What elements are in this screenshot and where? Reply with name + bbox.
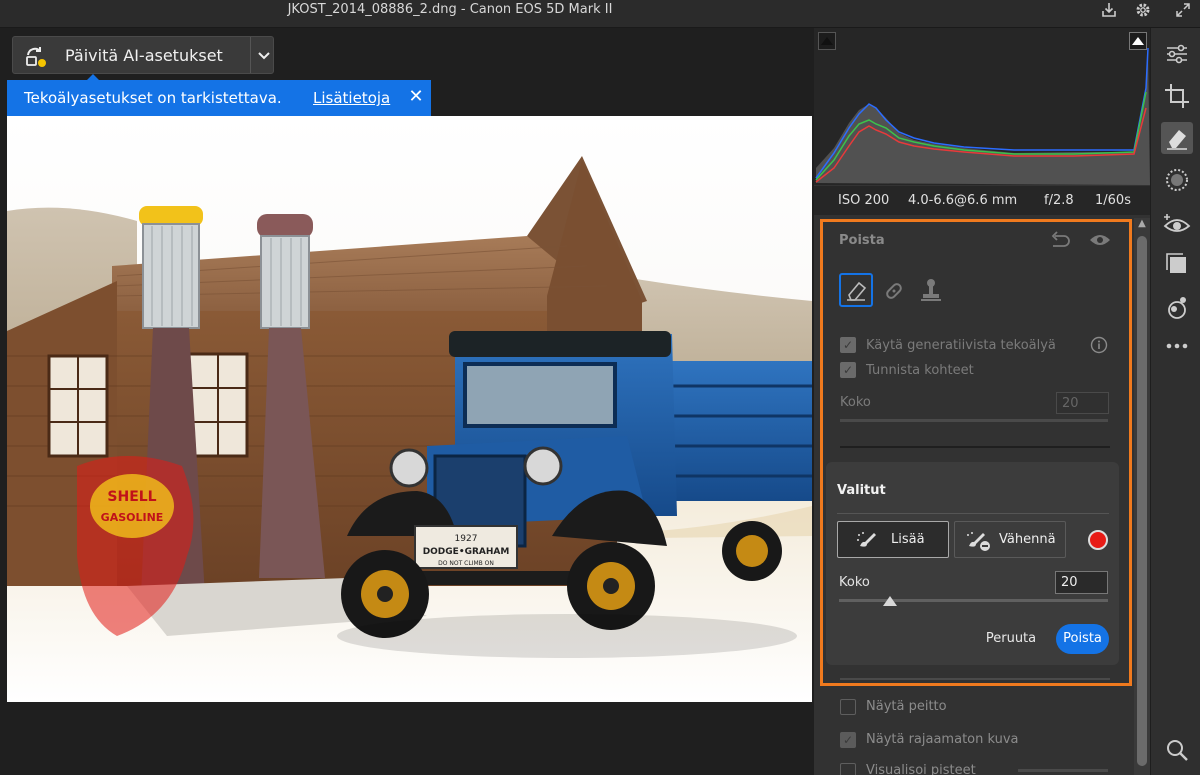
masking-icon[interactable] xyxy=(1161,164,1193,196)
scrollbar-thumb[interactable] xyxy=(1137,236,1147,766)
exif-bar: ISO 200 4.0-6.6@6.6 mm f/2.8 1/60s xyxy=(814,185,1150,215)
exif-focal: 4.0-6.6@6.6 mm xyxy=(908,193,1018,208)
panel-scrollbar[interactable]: ▲ xyxy=(1134,218,1150,775)
histogram xyxy=(814,28,1150,185)
update-ai-settings-label: Päivitä AI-asetukset xyxy=(65,46,223,65)
learn-more-link[interactable]: Lisätietoja xyxy=(313,89,390,107)
pill-divider xyxy=(250,37,251,73)
plate-year: 1927 xyxy=(455,534,478,544)
edit-sliders-icon[interactable] xyxy=(1161,38,1193,70)
crop-icon[interactable] xyxy=(1161,80,1193,112)
visualize-spots-label: Visualisoi pisteet xyxy=(866,763,976,775)
exif-aperture: f/2.8 xyxy=(1044,193,1074,208)
ai-refresh-icon xyxy=(23,44,47,68)
highlight-clipping-toggle[interactable] xyxy=(1129,32,1147,50)
show-uncropped-checkbox[interactable]: ✓ xyxy=(840,732,856,748)
notification-message: Tekoälyasetukset on tarkistettava. xyxy=(24,89,282,107)
highlight-annotation-frame xyxy=(820,219,1132,686)
export-icon[interactable] xyxy=(1096,0,1122,22)
ai-tools-icon[interactable] xyxy=(1161,292,1193,324)
ai-settings-notification: Tekoälyasetukset on tarkistettava. Lisät… xyxy=(7,80,431,116)
fullscreen-icon[interactable] xyxy=(1170,0,1196,22)
close-icon[interactable]: ✕ xyxy=(405,86,427,108)
more-options-icon[interactable] xyxy=(1161,330,1193,362)
settings-gear-icon[interactable] xyxy=(1130,0,1156,22)
plate-name: DODGE•GRAHAM xyxy=(423,547,510,557)
presets-icon[interactable] xyxy=(1161,248,1193,280)
photo-canvas[interactable]: SHELL GASOLINE 1927 DODGE•GRAHAM DO NOT … xyxy=(7,116,812,702)
shell-sign-text-1: SHELL xyxy=(107,489,156,505)
shadow-clipping-toggle[interactable] xyxy=(818,32,836,50)
zoom-search-icon[interactable] xyxy=(1161,734,1193,766)
shell-sign-text-2: GASOLINE xyxy=(101,511,164,524)
show-overlay-label: Näytä peitto xyxy=(866,699,947,714)
update-ai-settings-button[interactable]: Päivitä AI-asetukset xyxy=(12,36,274,74)
show-uncropped-label: Näytä rajaamaton kuva xyxy=(866,732,1019,747)
title-bar: JKOST_2014_08886_2.dng - Canon EOS 5D Ma… xyxy=(0,0,1200,28)
window-title: JKOST_2014_08886_2.dng - Canon EOS 5D Ma… xyxy=(287,2,613,17)
plate-note: DO NOT CLIMB ON xyxy=(438,560,494,567)
exif-iso: ISO 200 xyxy=(838,193,890,208)
tool-strip xyxy=(1150,28,1200,775)
show-overlay-checkbox[interactable] xyxy=(840,699,856,715)
scroll-up-icon[interactable]: ▲ xyxy=(1136,218,1148,232)
remove-eraser-icon[interactable] xyxy=(1161,122,1193,154)
chevron-down-icon[interactable] xyxy=(253,37,275,73)
visualize-spots-checkbox[interactable] xyxy=(840,763,856,775)
visualize-spots-slider[interactable] xyxy=(1018,769,1108,772)
red-eye-icon[interactable] xyxy=(1161,208,1193,240)
exif-shutter: 1/60s xyxy=(1095,193,1131,208)
